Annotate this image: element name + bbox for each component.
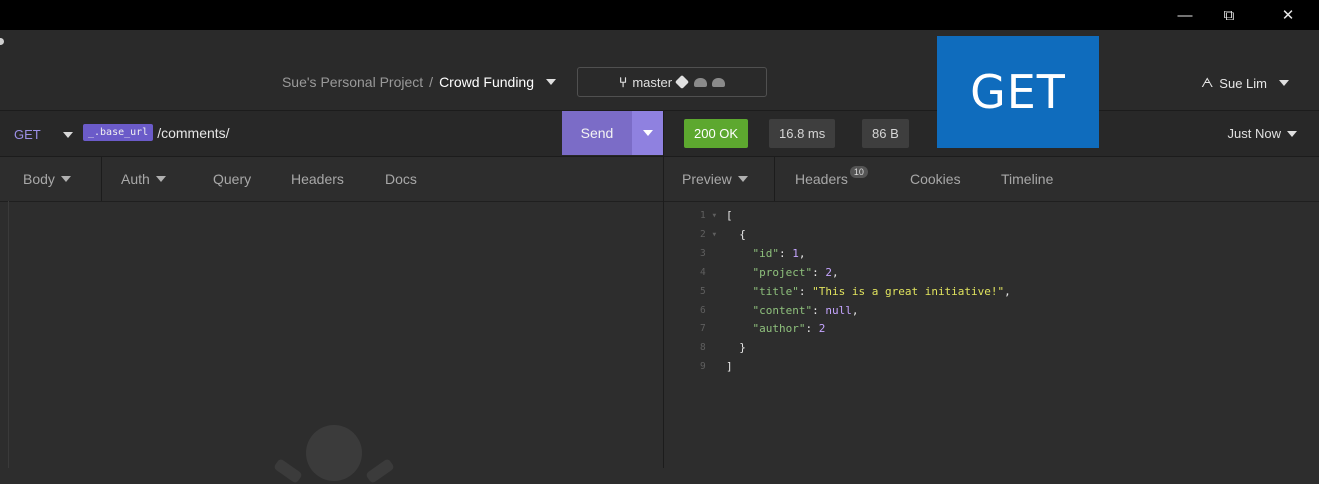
pane-border xyxy=(8,201,9,468)
line-number: 2 ▾ xyxy=(700,228,718,240)
headers-count-badge: 10 xyxy=(849,166,868,178)
method-select[interactable]: GET xyxy=(14,127,73,142)
minimize-icon[interactable]: — xyxy=(1163,0,1207,30)
json-key: "title" xyxy=(752,284,799,298)
user-icon: ᗅ xyxy=(1201,75,1214,90)
response-size: 86 B xyxy=(862,119,909,148)
json-value: "This is a great initiative!" xyxy=(812,284,1005,298)
code-line: 5 "title": "This is a great initiative!"… xyxy=(700,283,1011,302)
json-key: "author" xyxy=(752,322,806,336)
response-history-dropdown[interactable]: Just Now xyxy=(1228,126,1297,141)
line-number: 6 xyxy=(700,304,706,316)
json-value: 2 xyxy=(825,265,832,279)
close-icon[interactable]: ✕ xyxy=(1266,0,1310,30)
branch-name: master xyxy=(632,74,673,90)
chevron-down-icon[interactable] xyxy=(546,79,556,85)
code-line: 6 "content": null, xyxy=(700,302,1011,321)
tab-body[interactable]: Body xyxy=(23,157,71,201)
tab-auth[interactable]: Auth xyxy=(121,157,166,201)
line-number: 7 xyxy=(700,323,706,335)
user-menu[interactable]: ᗅ Sue Lim xyxy=(1201,75,1289,91)
url-path: /comments/ xyxy=(157,124,230,141)
request-tabs: Body Auth Query Headers Docs xyxy=(0,157,663,202)
cloud-push-icon[interactable] xyxy=(712,77,726,87)
line-number: 3 xyxy=(700,247,706,259)
tab-preview[interactable]: Preview xyxy=(682,157,748,201)
chevron-down-icon xyxy=(642,130,653,136)
tab-timeline[interactable]: Timeline xyxy=(1001,157,1053,201)
json-bracket: ] xyxy=(726,360,733,374)
json-bracket: [ xyxy=(726,209,733,222)
json-key: "content" xyxy=(752,303,813,317)
user-name: Sue Lim xyxy=(1219,75,1267,91)
json-value: null xyxy=(825,303,852,317)
send-button[interactable]: Send xyxy=(562,111,632,155)
line-number: 8 xyxy=(700,342,706,354)
line-number: 5 xyxy=(700,285,706,297)
code-line: 7 "author": 2 xyxy=(700,320,1011,339)
chevron-down-icon xyxy=(62,131,73,138)
line-number: 9 xyxy=(700,361,706,373)
send-options-button[interactable] xyxy=(632,111,663,155)
json-bracket: { xyxy=(726,227,746,241)
json-bracket: } xyxy=(726,341,746,355)
response-tabs: Preview Headers 10 Cookies Timeline xyxy=(664,157,1319,202)
code-line: 9] xyxy=(700,358,1011,377)
get-overlay-badge: GET xyxy=(937,36,1099,148)
code-line: 1 ▾ [ xyxy=(700,207,1011,226)
response-body-viewer[interactable]: 1 ▾[2 ▾ {3 "id": 1,4 "project": 2,5 "tit… xyxy=(700,207,1011,377)
method-label: GET xyxy=(14,127,41,142)
window-titlebar: — ⧉ ✕ xyxy=(0,0,1319,30)
breadcrumb-separator: / xyxy=(429,74,434,90)
project-name[interactable]: Sue's Personal Project xyxy=(282,74,423,90)
json-value: 2 xyxy=(818,322,826,336)
cube-icon xyxy=(674,74,690,90)
request-pane: Body Auth Query Headers Docs xyxy=(0,157,663,484)
json-key: "id" xyxy=(752,246,780,260)
env-variable-tag[interactable]: _.base_url xyxy=(83,124,154,141)
cloud-pull-icon[interactable] xyxy=(694,77,708,87)
url-input[interactable]: _.base_url /comments/ xyxy=(83,124,230,141)
code-line: 8 } xyxy=(700,339,1011,358)
code-line: 2 ▾ { xyxy=(700,226,1011,245)
line-number: 1 ▾ xyxy=(700,210,718,221)
breadcrumb[interactable]: Sue's Personal Project / Crowd Funding xyxy=(282,74,556,90)
code-line: 3 "id": 1, xyxy=(700,245,1011,264)
line-number: 4 xyxy=(700,266,706,278)
restore-icon[interactable]: ⧉ xyxy=(1207,0,1251,30)
tab-response-headers[interactable]: Headers 10 xyxy=(795,157,868,201)
collection-name[interactable]: Crowd Funding xyxy=(439,74,534,90)
status-badge: 200 OK xyxy=(684,119,749,148)
response-time: 16.8 ms xyxy=(769,119,836,148)
chevron-down-icon xyxy=(1279,80,1289,86)
tab-cookies[interactable]: Cookies xyxy=(910,157,961,201)
json-key: "project" xyxy=(752,265,813,279)
json-value: 1 xyxy=(792,246,799,260)
tab-query[interactable]: Query xyxy=(213,157,251,201)
git-branch-icon: ⑂ xyxy=(618,74,628,90)
code-line: 4 "project": 2, xyxy=(700,264,1011,283)
tab-docs[interactable]: Docs xyxy=(385,157,417,201)
git-branch-button[interactable]: ⑂ master xyxy=(577,67,767,97)
tab-headers[interactable]: Headers xyxy=(291,157,344,201)
